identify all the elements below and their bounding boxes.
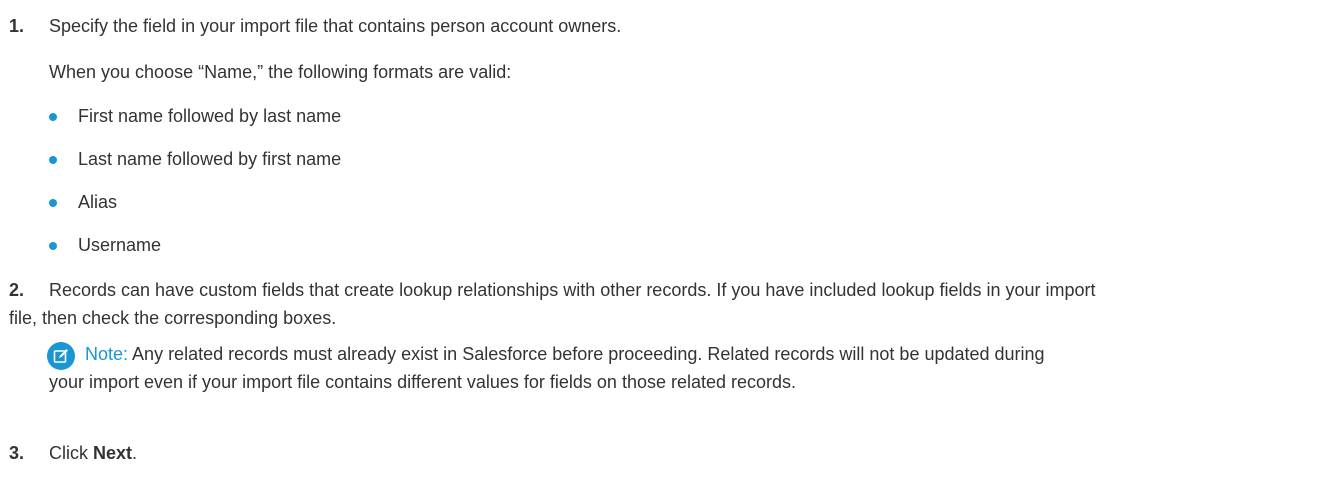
list-item: First name followed by last name — [49, 106, 341, 127]
edit-note-icon — [47, 342, 75, 370]
step-text-prefix: Click — [49, 443, 93, 463]
list-item-text: Username — [78, 235, 162, 255]
step-text-line-2: file, then check the corresponding boxes… — [9, 308, 337, 328]
step-text: Click Next. — [49, 443, 137, 464]
step-detail: When you choose “Name,” the following fo… — [49, 62, 512, 82]
bullet-icon — [49, 198, 57, 207]
step-number: 3. — [9, 443, 25, 463]
step-number: 1. — [9, 16, 25, 36]
list-item: Last name followed by first name — [49, 149, 341, 170]
step-text-line-1: Records can have custom fields that crea… — [49, 280, 1096, 300]
list-item: Username — [49, 235, 161, 256]
step-number: 2. — [9, 280, 25, 300]
list-item-text: Last name followed by first name — [78, 149, 342, 169]
note-text: Any related records must already exist i… — [132, 344, 1045, 364]
bullet-icon — [49, 112, 57, 121]
bullet-icon — [49, 155, 57, 164]
bullet-icon — [49, 241, 57, 250]
list-item: Alias — [49, 192, 117, 213]
list-item-text: First name followed by last name — [78, 106, 342, 126]
note-line-1: Note: Any related records must already e… — [85, 344, 1045, 365]
note-label: Note: — [85, 344, 129, 364]
note-line-2: your import even if your import file con… — [49, 372, 797, 392]
list-item-text: Alias — [78, 192, 118, 212]
step-text: Specify the field in your import file th… — [49, 16, 622, 36]
step-text-suffix: . — [132, 443, 138, 463]
next-button-reference: Next — [93, 443, 133, 463]
